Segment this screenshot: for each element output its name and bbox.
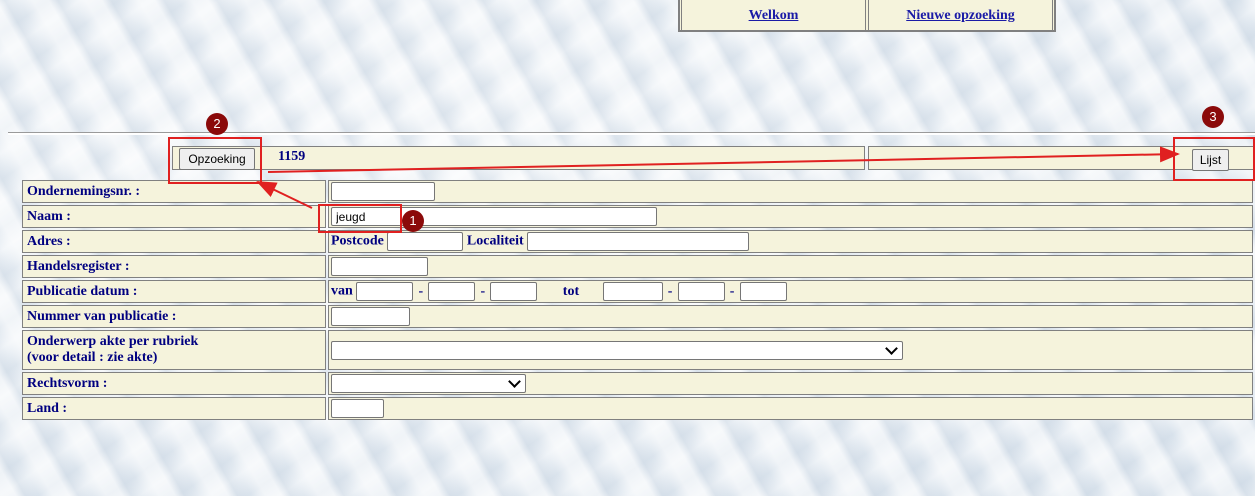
search-form-table: Ondernemingsnr. : Naam : Adres : Postcod… <box>20 178 1255 422</box>
address-label: Adres : <box>22 230 326 253</box>
date-from-month-input[interactable] <box>428 282 476 301</box>
date-separator: - <box>480 283 486 299</box>
country-cell <box>328 397 1253 420</box>
date-to-year-input[interactable] <box>739 282 787 301</box>
publication-number-input[interactable] <box>331 307 410 326</box>
top-navigation: Welkom Nieuwe opzoeking <box>678 0 1056 32</box>
new-search-link[interactable]: Nieuwe opzoeking <box>906 8 1015 23</box>
publication-date-cell: van - - tot - - <box>328 280 1253 303</box>
date-from-day-input[interactable] <box>356 282 414 301</box>
company-number-cell <box>328 180 1253 203</box>
search-header-cell <box>172 146 865 170</box>
row-publication-number: Nummer van publicatie : <box>22 305 1253 328</box>
trade-register-cell <box>328 255 1253 278</box>
date-from-year-input[interactable] <box>490 282 538 301</box>
result-count: 1159 <box>278 149 306 164</box>
date-to-label: tot <box>562 283 580 299</box>
list-button[interactable]: Lijst <box>1192 149 1229 171</box>
company-number-input[interactable] <box>331 182 435 201</box>
welcome-link[interactable]: Welkom <box>749 8 799 23</box>
subject-label-line2: (voor detail : zie akte) <box>27 350 158 365</box>
legal-form-label: Rechtsvorm : <box>22 372 326 395</box>
trade-register-input[interactable] <box>331 257 428 276</box>
nav-cell-new-search: Nieuwe opzoeking <box>868 0 1053 30</box>
name-cell <box>328 205 1253 228</box>
trade-register-label: Handelsregister : <box>22 255 326 278</box>
row-country: Land : <box>22 397 1253 420</box>
postcode-label: Postcode <box>331 233 384 249</box>
horizontal-divider <box>8 132 1255 135</box>
company-number-label: Ondernemingsnr. : <box>22 180 326 203</box>
subject-select[interactable] <box>331 340 903 360</box>
date-separator: - <box>667 283 673 299</box>
publication-date-label: Publicatie datum : <box>22 280 326 303</box>
chevron-down-icon <box>508 375 521 388</box>
legal-form-cell <box>328 372 1253 395</box>
postcode-input[interactable] <box>387 232 464 251</box>
publication-number-label: Nummer van publicatie : <box>22 305 326 328</box>
row-address: Adres : Postcode Localiteit <box>22 230 1253 253</box>
row-trade-register: Handelsregister : <box>22 255 1253 278</box>
name-input[interactable] <box>331 207 657 226</box>
chevron-down-icon <box>885 341 898 355</box>
subject-label-line1: Onderwerp akte per rubriek <box>27 334 199 349</box>
date-to-month-input[interactable] <box>677 282 725 301</box>
subject-cell <box>328 330 1253 370</box>
address-cell: Postcode Localiteit <box>328 230 1253 253</box>
row-subject: Onderwerp akte per rubriek (voor detail … <box>22 330 1253 370</box>
locality-input[interactable] <box>527 232 750 251</box>
row-publication-date: Publicatie datum : van - - tot - - <box>22 280 1253 303</box>
locality-label: Localiteit <box>466 233 524 249</box>
date-to-day-input[interactable] <box>602 282 663 301</box>
date-separator: - <box>418 283 424 299</box>
legal-form-select[interactable] <box>331 374 526 393</box>
date-separator: - <box>729 283 735 299</box>
publication-number-cell <box>328 305 1253 328</box>
annotation-badge-3: 3 <box>1202 106 1224 128</box>
date-from-label: van <box>331 283 353 299</box>
country-label: Land : <box>22 397 326 420</box>
row-legal-form: Rechtsvorm : <box>22 372 1253 395</box>
row-company-number: Ondernemingsnr. : <box>22 180 1253 203</box>
name-label: Naam : <box>22 205 326 228</box>
row-name: Naam : <box>22 205 1253 228</box>
search-button[interactable]: Opzoeking <box>179 148 255 170</box>
nav-cell-welcome: Welkom <box>681 0 866 30</box>
country-input[interactable] <box>331 399 384 418</box>
subject-label: Onderwerp akte per rubriek (voor detail … <box>22 330 326 370</box>
